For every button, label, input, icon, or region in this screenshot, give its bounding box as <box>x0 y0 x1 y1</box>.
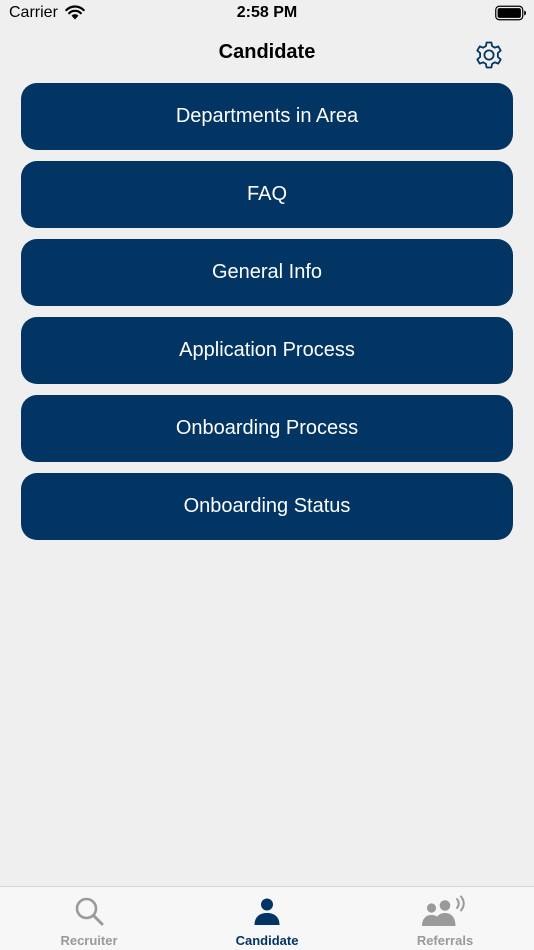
tab-referrals[interactable]: Referrals <box>356 887 534 950</box>
faq-button[interactable]: FAQ <box>21 161 513 228</box>
tab-candidate[interactable]: Candidate <box>178 887 356 950</box>
tab-bar: Recruiter Candidate Referrals <box>0 886 534 950</box>
candidate-menu: Departments in Area FAQ General Info App… <box>21 83 513 551</box>
page-title: Candidate <box>218 41 316 63</box>
settings-button[interactable] <box>471 38 507 72</box>
tab-recruiter-label: Recruiter <box>60 933 118 948</box>
onboarding-status-button[interactable]: Onboarding Status <box>21 473 513 540</box>
onboarding-status-label: Onboarding Status <box>183 495 351 517</box>
tab-candidate-label: Candidate <box>235 933 299 948</box>
onboarding-process-label: Onboarding Process <box>175 417 359 439</box>
battery-icon <box>495 5 526 21</box>
departments-in-area-button[interactable]: Departments in Area <box>21 83 513 150</box>
search-icon <box>75 897 104 926</box>
person-icon <box>254 898 280 925</box>
faq-label: FAQ <box>246 183 287 205</box>
onboarding-process-button[interactable]: Onboarding Process <box>21 395 513 462</box>
general-info-button[interactable]: General Info <box>21 239 513 306</box>
general-info-label: General Info <box>211 261 323 283</box>
application-process-label: Application Process <box>179 339 355 361</box>
nav-bar: Candidate <box>0 32 534 78</box>
tab-recruiter[interactable]: Recruiter <box>0 887 178 950</box>
tab-referrals-label: Referrals <box>416 933 474 948</box>
status-bar: Carrier 2:58 PM <box>0 0 534 30</box>
status-time: 2:58 PM <box>236 4 298 21</box>
people-broadcast-icon <box>422 895 465 926</box>
gear-icon <box>476 41 502 69</box>
departments-in-area-label: Departments in Area <box>175 105 359 127</box>
application-process-button[interactable]: Application Process <box>21 317 513 384</box>
